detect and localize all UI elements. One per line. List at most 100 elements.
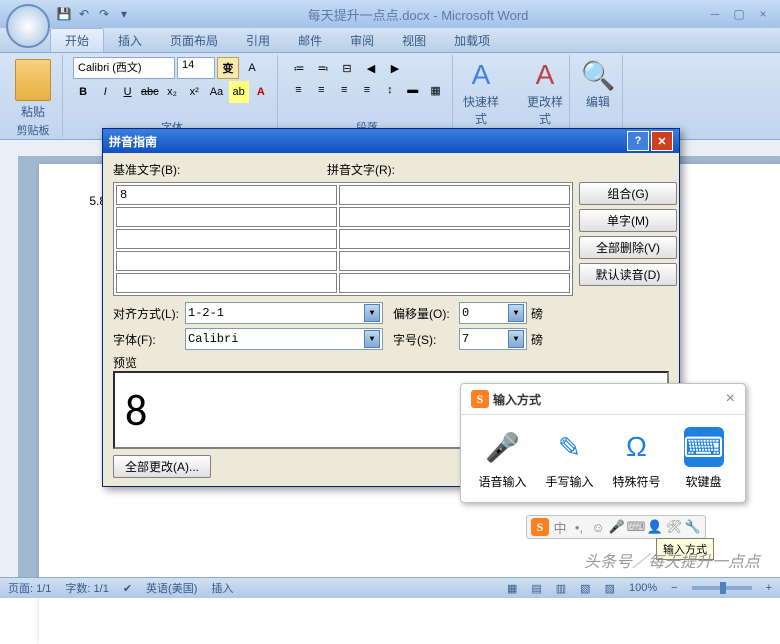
base-cell-0[interactable]: 8 [116,185,337,205]
shading-icon[interactable]: ▬ [402,79,423,101]
line-spacing-icon[interactable]: ↕ [379,79,400,101]
paste-icon[interactable] [15,59,51,101]
paste-button[interactable]: 粘贴 [10,103,56,120]
align-left-icon[interactable]: ≡ [288,79,309,101]
base-cell-4[interactable] [116,273,337,293]
font-select[interactable]: Calibri▼ [185,328,383,350]
single-button[interactable]: 单字(M) [579,209,677,232]
qat-more-icon[interactable]: ▾ [116,6,132,22]
multilevel-icon[interactable]: ⊟ [336,57,358,79]
quick-styles-button[interactable]: A快速样式 [463,57,499,135]
borders-icon[interactable]: ▦ [425,79,446,101]
minimize-button[interactable]: ─ [704,5,726,23]
underline-button[interactable]: U [117,81,137,103]
zoom-slider[interactable] [692,586,752,590]
base-cell-1[interactable] [116,207,337,227]
phonetic-guide-icon[interactable]: 变 [217,57,239,79]
view-read-icon[interactable]: ▤ [531,582,541,595]
indent-inc-icon[interactable]: ▶ [384,57,406,79]
align-center-icon[interactable]: ≡ [311,79,332,101]
ruby-cell-1[interactable] [339,207,570,227]
superscript-button[interactable]: x² [184,81,204,103]
offset-input[interactable]: 0▼ [459,302,527,324]
italic-button[interactable]: I [95,81,115,103]
status-language[interactable]: 英语(美国) [146,580,197,596]
tab-view[interactable]: 视图 [388,28,440,52]
view-web-icon[interactable]: ▥ [556,582,566,595]
change-styles-button[interactable]: A更改样式 [527,57,563,135]
ime-item-0[interactable]: 🎤语音输入 [475,427,531,490]
font-color-button[interactable]: A [251,81,271,103]
ime-item-2[interactable]: Ω特殊符号 [609,427,665,490]
status-mode[interactable]: 插入 [211,580,233,596]
ime-item-icon: Ω [617,427,657,467]
maximize-button[interactable]: ▢ [728,5,750,23]
tab-layout[interactable]: 页面布局 [156,28,232,52]
tab-references[interactable]: 引用 [232,28,284,52]
ruby-cell-4[interactable] [339,273,570,293]
char-border-icon[interactable]: A [241,57,263,79]
tab-review[interactable]: 审阅 [336,28,388,52]
ruby-cell-3[interactable] [339,251,570,271]
tab-addins[interactable]: 加载项 [440,28,504,52]
status-words[interactable]: 字数: 1/1 [65,580,108,596]
align-right-icon[interactable]: ≡ [334,79,355,101]
ime-item-1[interactable]: ✎手写输入 [542,427,598,490]
numbering-icon[interactable]: ≕ [312,57,334,79]
font-size-select[interactable]: 14 [177,57,215,79]
case-button[interactable]: Aa [206,81,226,103]
ime-lang-button[interactable]: 中 [552,519,568,535]
ime-settings-button[interactable]: 🔧 [685,519,701,535]
redo-icon[interactable]: ↷ [96,6,112,22]
tab-mail[interactable]: 邮件 [284,28,336,52]
combine-button[interactable]: 组合(G) [579,182,677,205]
default-reading-button[interactable]: 默认读音(D) [579,263,677,286]
zoom-level[interactable]: 100% [629,582,657,594]
strike-button[interactable]: abc [140,81,160,103]
dialog-titlebar[interactable]: 拼音指南 ? ✕ [103,129,679,153]
base-cell-2[interactable] [116,229,337,249]
chevron-down-icon: ▼ [508,330,524,348]
sogou-icon[interactable]: S [531,518,549,536]
view-print-icon[interactable]: ▦ [507,582,517,595]
ime-item-3[interactable]: ⌨软键盘 [676,427,732,490]
save-icon[interactable]: 💾 [56,6,72,22]
dialog-help-button[interactable]: ? [627,131,649,151]
zoom-out-button[interactable]: − [671,582,677,594]
ime-emoji-button[interactable]: ☺ [590,519,606,535]
subscript-button[interactable]: x₂ [162,81,182,103]
ime-user-button[interactable]: 👤 [647,519,663,535]
ime-punct-button[interactable]: •, [571,519,587,535]
tab-home[interactable]: 开始 [50,28,104,52]
ime-toolbar[interactable]: S 中 •, ☺ 🎤 ⌨ 👤 🛠 🔧 [526,515,706,539]
editing-button[interactable]: 🔍编辑 [580,57,616,110]
view-draft-icon[interactable]: ▨ [605,582,615,595]
undo-icon[interactable]: ↶ [76,6,92,22]
ime-voice-button[interactable]: 🎤 [609,519,625,535]
bold-button[interactable]: B [73,81,93,103]
justify-icon[interactable]: ≡ [357,79,378,101]
indent-dec-icon[interactable]: ◀ [360,57,382,79]
dialog-close-button[interactable]: ✕ [651,131,673,151]
base-cell-3[interactable] [116,251,337,271]
change-all-button[interactable]: 全部更改(A)... [113,455,211,478]
bullets-icon[interactable]: ≔ [288,57,310,79]
close-button[interactable]: × [752,5,774,23]
size-select[interactable]: 7▼ [459,328,527,350]
font-name-select[interactable]: Calibri (西文) [73,57,175,79]
view-outline-icon[interactable]: ▧ [580,582,590,595]
office-button[interactable] [6,4,50,48]
ime-close-button[interactable]: × [726,390,735,408]
delete-all-button[interactable]: 全部删除(V) [579,236,677,259]
ruby-cell-0[interactable] [339,185,570,205]
vertical-ruler[interactable] [0,156,19,578]
tab-insert[interactable]: 插入 [104,28,156,52]
align-select[interactable]: 1-2-1▼ [185,302,383,324]
ime-tools-button[interactable]: 🛠 [666,519,682,535]
status-page[interactable]: 页面: 1/1 [8,580,51,596]
highlight-button[interactable]: ab [229,81,249,103]
ime-keyboard-button[interactable]: ⌨ [628,519,644,535]
status-proof-icon[interactable]: ✔ [123,582,132,595]
zoom-in-button[interactable]: + [766,582,772,594]
ruby-cell-2[interactable] [339,229,570,249]
